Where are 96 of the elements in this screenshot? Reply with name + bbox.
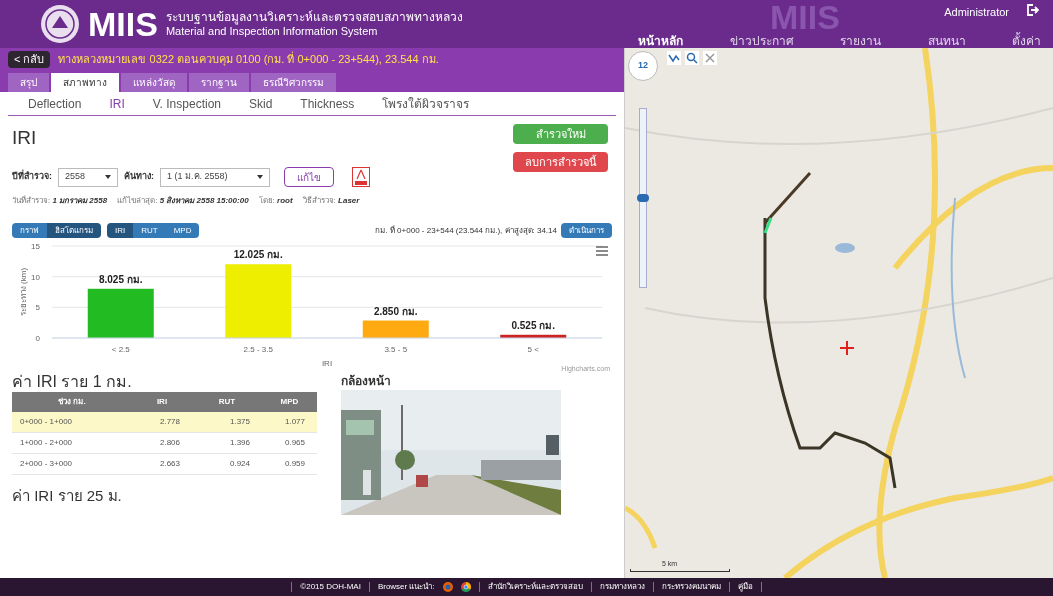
section-title: ค่า IRI ราย 1 กม. (12, 372, 133, 392)
data-label: 8.025 กม. (98, 273, 143, 285)
table-cell-text: 1.396 (228, 437, 251, 449)
user-name: Administrator (944, 5, 1009, 20)
view-toggle[interactable]: ฮิสโตแกรม (47, 223, 101, 238)
info-text: โดย: root (258, 195, 293, 207)
table-cell-text: 1.375 (228, 416, 251, 428)
table-cell-text: 2.778 (158, 416, 181, 428)
camera-title: กล้องหน้า (341, 373, 392, 390)
range-summary: กม. ที่ 0+000 - 23+544 (23.544 กม.), ค่าสูงสุด: 34.14 (375, 224, 557, 237)
line-tool-icon[interactable] (667, 51, 681, 65)
pdf-icon[interactable] (352, 167, 370, 187)
subtab[interactable]: IRI (109, 94, 125, 113)
y-tick-label: 10 (31, 272, 40, 282)
data-label: 0.525 กม. (511, 319, 556, 331)
bar (362, 320, 429, 338)
footer-text: Browser แนะนำ: (377, 581, 435, 593)
select-field[interactable]: 1 (1 ม.ค. 2558) (160, 167, 270, 187)
tab[interactable]: สรุป (8, 73, 49, 92)
action-button[interactable]: ดำเนินการ (561, 223, 612, 238)
table-cell-text: 2.806 (158, 437, 181, 449)
delete-survey-button[interactable]: ลบการสำรวจนี้ (513, 152, 608, 172)
metric-toggle[interactable]: MPD (165, 223, 200, 238)
column-header: ช่วง กม. (57, 396, 87, 408)
subtab[interactable]: Skid (249, 94, 273, 113)
app-title-thai: ระบบฐานข้อมูลงานวิเคราะห์และตรวจสอบสภาพทางหลวง (165, 9, 463, 25)
select-field[interactable]: 2558 (58, 167, 118, 187)
edit-button[interactable]: แก้ไข (284, 167, 334, 187)
column-header: IRI (155, 396, 169, 408)
slider-handle[interactable] (637, 194, 649, 202)
x-tick-label: 2.5 - 3.5 (243, 345, 273, 354)
close-icon[interactable] (703, 51, 717, 65)
table-cell-text: 1+000 - 2+000 (19, 437, 74, 449)
subtab[interactable]: โพรงใต้ผิวจราจร (382, 94, 470, 113)
info-text: วันที่สำรวจ: 1 มกราคม 2558 (12, 195, 108, 207)
table-cell-text: 0.924 (228, 458, 251, 470)
filter-label: ค้นทาง: (124, 170, 154, 184)
table-cell-text: 0.965 (283, 437, 306, 449)
table-cell-text: 0.959 (283, 458, 306, 470)
menu-icon[interactable] (596, 246, 608, 256)
x-tick-label: 5 < (527, 345, 539, 354)
table-row[interactable]: 0+000 - 1+000 2.778 1.375 1.077 (12, 412, 317, 433)
nav-link[interactable]: รายงาน (840, 35, 881, 47)
metric-toggle[interactable]: RUT (133, 223, 166, 238)
footer-text[interactable]: กระทรวงคมนาคม (661, 581, 721, 593)
x-tick-label: < 2.5 (111, 345, 130, 354)
info-text: แก้ไขล่าสุด: 5 สิงหาคม 2558 15:00:00 (117, 195, 249, 207)
table-cell-text: 1.077 (283, 416, 306, 428)
y-axis-title: ระยะทาง (km) (19, 267, 28, 317)
nav-link[interactable]: สนทนา (927, 35, 966, 47)
footer-text[interactable]: คู่มือ (737, 581, 753, 593)
y-tick-label: 0 (35, 334, 40, 343)
app-logo: MIIS (88, 7, 158, 41)
subtab[interactable]: Deflection (28, 94, 82, 113)
metric-toggle[interactable]: IRI (107, 223, 134, 238)
tab[interactable]: รากฐาน (189, 73, 249, 92)
table-cell-text: 0+000 - 1+000 (19, 416, 74, 428)
logout-icon[interactable] (1025, 3, 1039, 17)
route-title: ทางหลวงหมายเลข 0322 ตอนควบคุม 0100 (กม. ที่ 0+000 - 23+544), 23.544 กม. (58, 50, 439, 68)
search-icon[interactable] (685, 51, 699, 65)
info-text: วิธีสำรวจ: Laser (302, 195, 360, 207)
caret-icon (257, 175, 263, 179)
footer-text[interactable]: กรมทางหลวง (599, 581, 645, 593)
data-label: 12.025 กม. (233, 249, 283, 261)
tab[interactable]: ธรณีวิศวกรรม (251, 73, 336, 92)
subtab[interactable]: V. Inspection (152, 94, 221, 113)
view-toggle[interactable]: กราฟ (12, 223, 47, 238)
bar (500, 334, 567, 338)
zoom-level: 12 (638, 59, 648, 73)
y-tick-label: 5 (35, 303, 40, 313)
footer-text: ©2015 DOH-MAI (300, 581, 361, 593)
footer-text[interactable]: สำนักวิเคราะห์และตรวจสอบ (487, 581, 583, 593)
back-button[interactable]: < กลับ (8, 50, 51, 68)
x-tick-label: 3.5 - 5 (384, 345, 408, 354)
section-title: ค่า IRI ราย 25 ม. (12, 487, 123, 506)
column-header: MPD (279, 396, 300, 408)
table-cell-text: 2+000 - 3+000 (19, 458, 74, 470)
data-label: 2.850 กม. (373, 305, 418, 317)
filter-label: ปีที่สำรวจ: (12, 170, 52, 184)
bar (87, 288, 154, 338)
tab[interactable]: แหล่งวัสดุ (121, 73, 187, 92)
tab[interactable]: สภาพทาง (51, 73, 119, 92)
x-axis-title: IRI (321, 359, 333, 368)
y-tick-label: 15 (31, 242, 40, 251)
subtab[interactable]: Thickness (300, 94, 355, 113)
chrome-icon[interactable] (460, 582, 471, 592)
app-title-english: Material and Inspection Information System (165, 24, 378, 39)
caret-icon (105, 175, 111, 179)
emblem-logo (40, 4, 80, 44)
zoom-slider[interactable] (639, 108, 647, 288)
firefox-icon[interactable] (442, 582, 453, 592)
page-title: IRI (12, 128, 38, 147)
table-cell-text: 2.663 (158, 458, 181, 470)
nav-link[interactable]: ข่าวประกาศ (729, 35, 794, 47)
column-header: RUT (217, 396, 237, 408)
nav-link[interactable]: หน้าหลัก (638, 35, 683, 47)
